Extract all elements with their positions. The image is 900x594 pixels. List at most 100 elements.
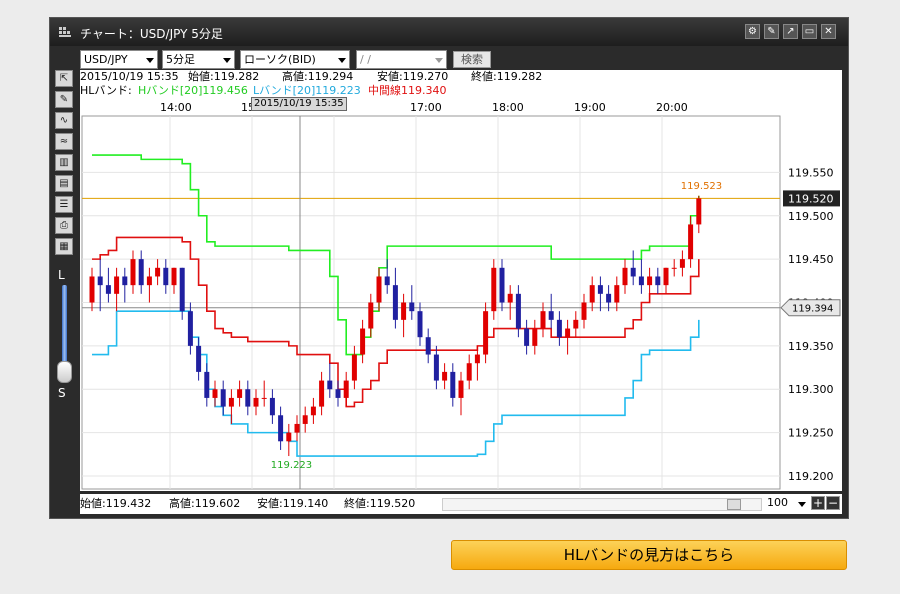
candle-body (417, 311, 423, 338)
candlestick-chart[interactable]: 119.200119.250119.300119.350119.400119.4… (80, 114, 842, 491)
min-price-label: 119.223 (271, 460, 312, 471)
candle-body (286, 432, 292, 442)
table-icon[interactable]: ▤ (55, 175, 73, 192)
crosshair-price-label: 119.394 (792, 304, 833, 315)
candle-body (696, 198, 702, 225)
candle-body (606, 293, 612, 303)
maximize-icon[interactable]: ▭ (802, 24, 817, 39)
zoom-out-button[interactable]: − (826, 496, 840, 510)
candle-body (401, 302, 407, 320)
candle-body (663, 267, 669, 286)
crosshair-time-label: 2015/10/19 15:35 (251, 97, 347, 111)
y-tick-label: 119.500 (788, 210, 834, 223)
candle-body (327, 380, 333, 390)
time-tick: 20:00 (656, 101, 688, 114)
candle-body (540, 311, 546, 329)
candle-body (589, 285, 595, 303)
candle-body (474, 354, 480, 364)
candle-body (376, 276, 382, 303)
candle-body (343, 380, 349, 398)
edit-icon[interactable]: ✎ (764, 24, 779, 39)
price-type-select-value: ローソク(BID) (244, 53, 316, 66)
chevron-down-icon (435, 58, 443, 63)
candle-body (548, 311, 554, 320)
candle-body (671, 267, 677, 269)
cursor-tool-icon[interactable]: ⇱ (55, 70, 73, 87)
zoom-in-button[interactable]: + (811, 496, 825, 510)
chart-app-icon (59, 27, 71, 37)
y-tick-label: 119.450 (788, 253, 834, 266)
candle-body (532, 328, 538, 346)
candle-body (458, 380, 464, 398)
info-open: 始値:119.282 (188, 70, 260, 83)
candle-body (360, 328, 366, 355)
layout-icon[interactable]: ▦ (55, 238, 73, 255)
hl-band-guide-button[interactable]: HLバンドの見方はこちら (451, 540, 847, 570)
candle-body (499, 267, 505, 303)
zoom-select-value: 100 (767, 496, 788, 509)
scrollbar-thumb[interactable] (727, 499, 741, 510)
candle-body (384, 276, 390, 286)
pen-tool-icon[interactable]: ✎ (55, 91, 73, 108)
summary-close: 終値:119.520 (344, 497, 416, 510)
print-icon[interactable]: ⎙ (55, 217, 73, 234)
l-band-value: Lバンド[20]119.223 (253, 84, 361, 97)
settings-icon[interactable]: ⚙ (745, 24, 760, 39)
zoom-large-label: L (58, 268, 65, 282)
y-tick-label: 119.550 (788, 166, 834, 179)
pair-select[interactable]: USD/JPY (80, 50, 158, 69)
candle-body (163, 267, 169, 286)
popout-icon[interactable]: ↗ (783, 24, 798, 39)
candle-body (491, 267, 497, 312)
candle-body (237, 389, 243, 398)
time-axis: 14:00 15 0 17:00 18:00 19:00 20:00 (80, 98, 842, 114)
candle-body (483, 311, 489, 355)
candle-body (524, 328, 530, 346)
candle-body (310, 406, 316, 416)
ohlc-info-bar: 2015/10/19 15:35 始値:119.282 高値:119.294 安… (80, 70, 842, 84)
candle-body (466, 363, 472, 381)
oscillator-icon[interactable]: ≈ (55, 133, 73, 150)
candle-body (212, 389, 218, 398)
bar-chart-icon[interactable]: ▥ (55, 154, 73, 171)
candle-body (655, 276, 661, 286)
timeframe-select[interactable]: 5分足 (162, 50, 235, 69)
candle-body (97, 276, 103, 286)
candle-body (179, 267, 185, 312)
candle-body (515, 293, 521, 329)
candle-body (679, 259, 685, 268)
candle-body (122, 276, 128, 286)
chart-window: チャート：USD/JPY 5分足 ⚙ ✎ ↗ ▭ ✕ USD/JPY 5分足 ロ… (49, 17, 849, 519)
indicator-icon[interactable]: ∿ (55, 112, 73, 129)
candle-body (638, 276, 644, 286)
current-price-label: 119.520 (788, 192, 834, 205)
candle-body (581, 302, 587, 320)
search-button[interactable]: 検索 (453, 51, 491, 68)
candle-body (573, 319, 579, 329)
candle-body (146, 276, 152, 286)
candle-body (597, 285, 603, 294)
close-icon[interactable]: ✕ (821, 24, 836, 39)
candle-body (105, 285, 111, 294)
title-bar[interactable]: チャート：USD/JPY 5分足 ⚙ ✎ ↗ ▭ ✕ (50, 18, 848, 46)
candle-body (335, 389, 341, 398)
info-low: 安値:119.270 (377, 70, 449, 83)
date-input[interactable]: / / (356, 50, 447, 69)
candle-body (187, 311, 193, 346)
chevron-down-icon (338, 58, 346, 63)
zoom-slider-thumb[interactable] (57, 361, 72, 383)
zoom-select[interactable]: 100 (764, 496, 808, 512)
candle-body (507, 293, 513, 303)
candle-body (425, 337, 431, 355)
candle-body (155, 267, 161, 277)
price-type-select[interactable]: ローソク(BID) (240, 50, 350, 69)
horizontal-scrollbar[interactable] (442, 498, 762, 511)
chart-area[interactable]: 119.200119.250119.300119.350119.400119.4… (80, 114, 842, 491)
time-tick: 14:00 (160, 101, 192, 114)
list-icon[interactable]: ☰ (55, 196, 73, 213)
time-tick: 18:00 (492, 101, 524, 114)
hl-band-label: HLバンド: (80, 84, 132, 97)
candle-body (622, 267, 628, 286)
candle-body (253, 397, 259, 407)
chevron-down-icon (146, 58, 154, 63)
